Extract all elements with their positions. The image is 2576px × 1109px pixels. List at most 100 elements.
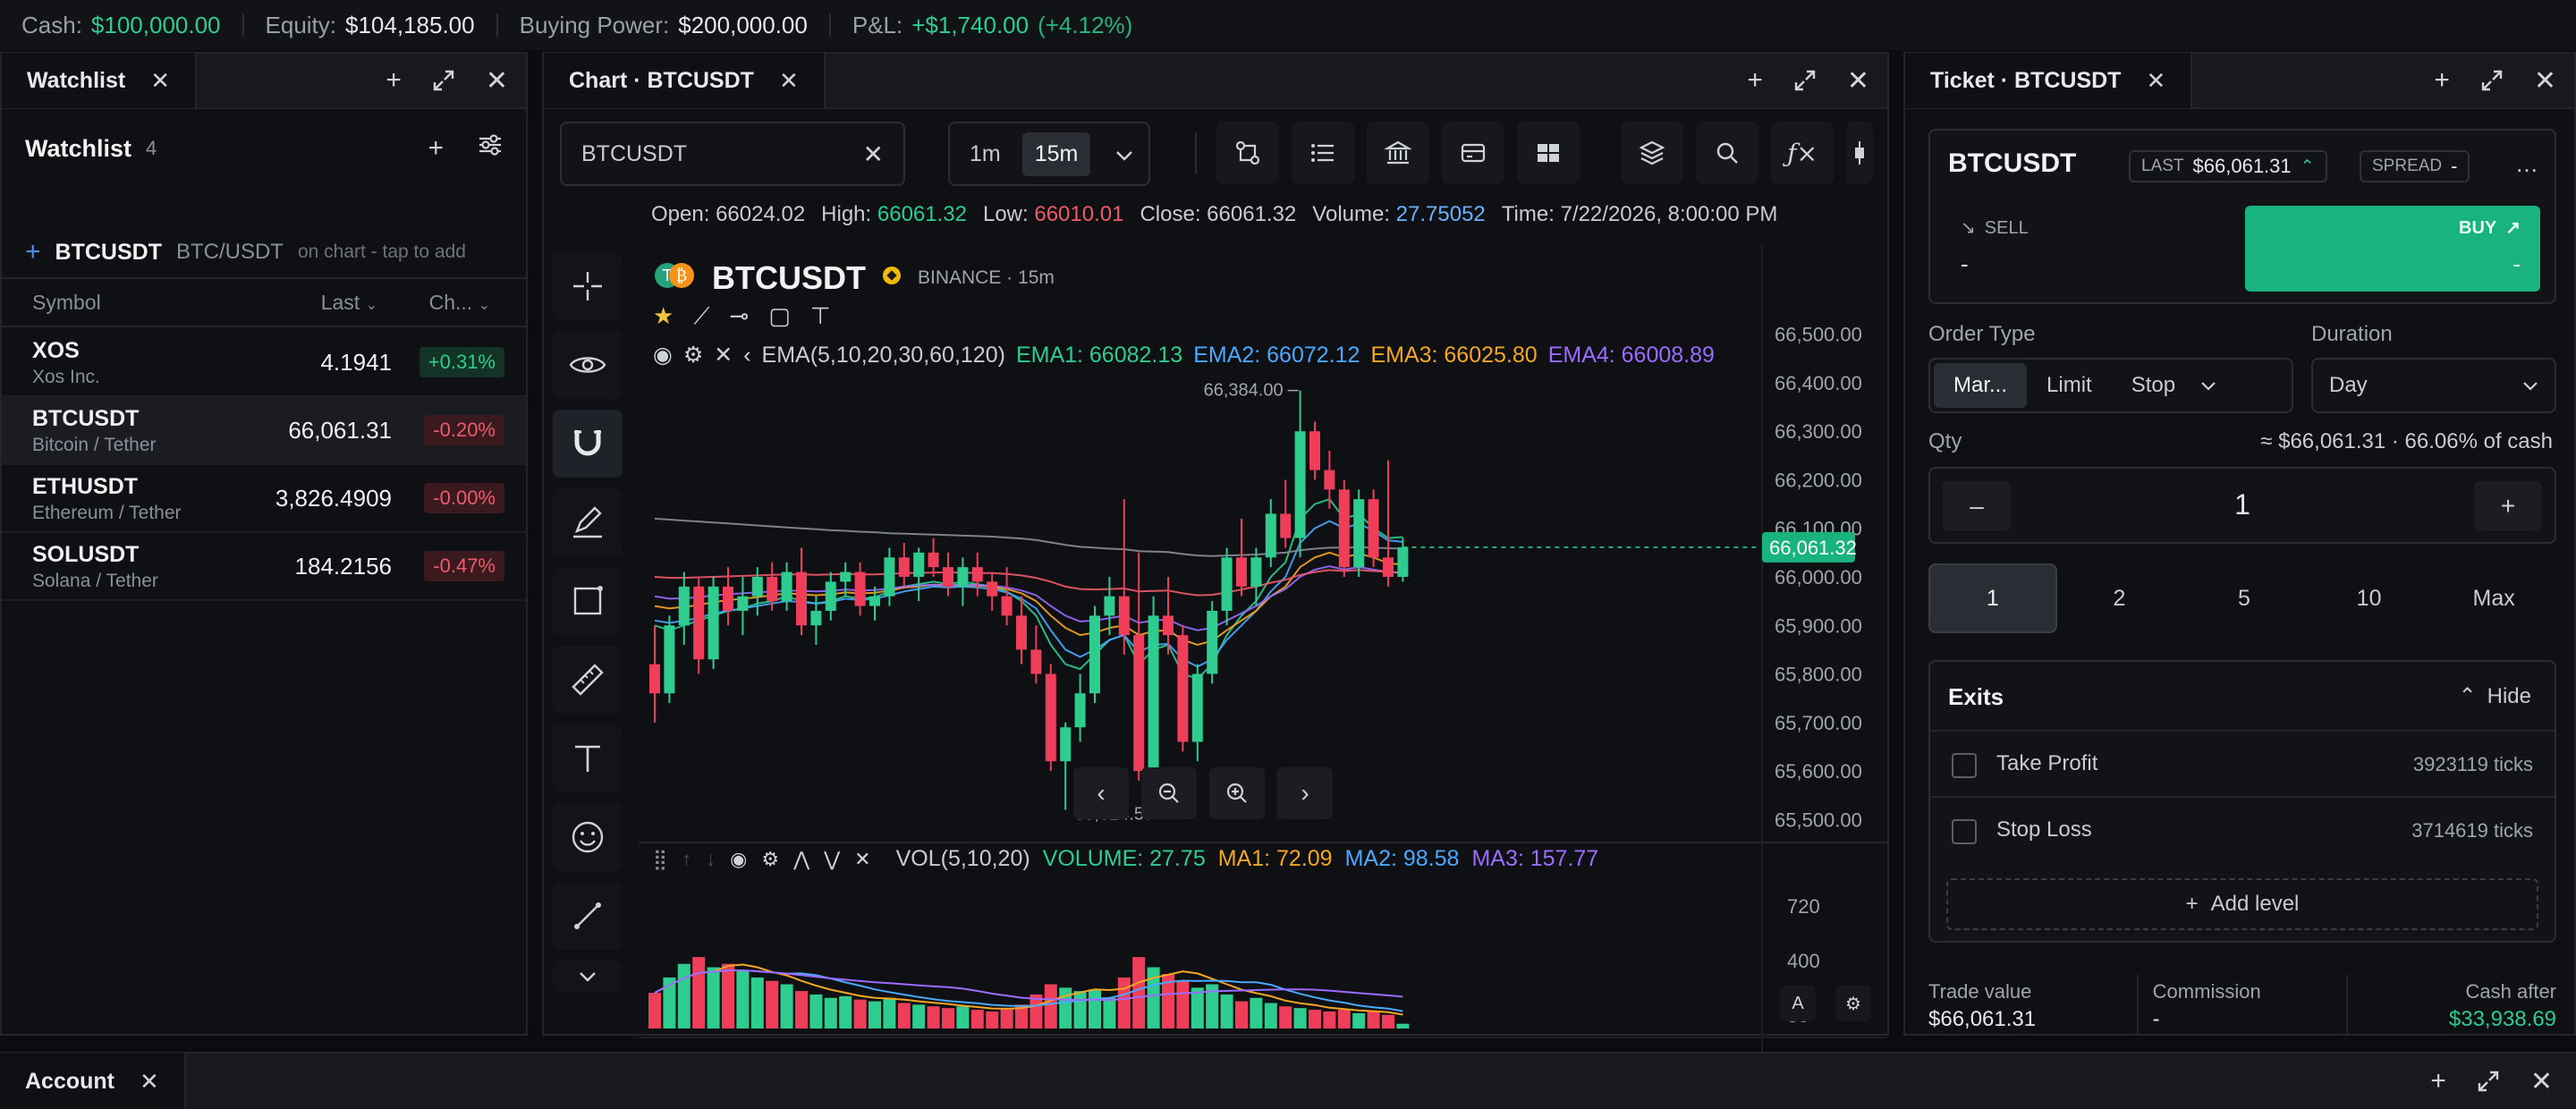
close-icon[interactable]: ✕ (1847, 65, 1869, 97)
fib-tool-icon[interactable]: ⊤ (810, 302, 831, 331)
expand-icon[interactable] (2477, 1070, 2500, 1093)
add-icon[interactable]: + (1747, 65, 1763, 96)
column-change[interactable]: Ch... ⌄ (429, 291, 490, 315)
tab-watchlist[interactable]: Watchlist ✕ (2, 53, 197, 108)
clear-icon[interactable]: ✕ (863, 140, 884, 169)
crosshair-icon[interactable] (553, 252, 623, 320)
add-chart-symbol-row[interactable]: + BTCUSDT BTC/USDT on chart - tap to add (2, 227, 526, 277)
table-row[interactable]: XOS Xos Inc. 4.1941 +0.31% (2, 329, 526, 397)
scroll-right-icon[interactable]: › (1277, 767, 1333, 819)
layers-icon[interactable] (1621, 122, 1683, 184)
search-icon[interactable] (1696, 122, 1758, 184)
symbol-search-input[interactable]: BTCUSDT ✕ (560, 122, 905, 186)
close-icon[interactable]: ✕ (140, 1068, 159, 1096)
close-icon[interactable]: ✕ (2534, 65, 2556, 97)
rect-tool-icon[interactable]: ▢ (768, 302, 791, 331)
emoji-icon[interactable] (553, 803, 623, 871)
layout-grid-icon[interactable] (1517, 122, 1580, 184)
zoom-in-icon[interactable] (1209, 767, 1265, 819)
candle-icon[interactable] (1846, 122, 1873, 184)
move-down-icon[interactable]: ↓ (706, 848, 716, 871)
qty-preset-1[interactable]: 1 (1928, 563, 2057, 633)
ruler-icon[interactable] (553, 646, 623, 714)
tab-chart[interactable]: Chart · BTCUSDT ✕ (544, 53, 826, 108)
function-icon[interactable]: ƒ× (1771, 122, 1834, 184)
qty-increment-button[interactable]: + (2474, 481, 2542, 531)
expand-icon[interactable] (432, 69, 455, 92)
volume-bar (1396, 1023, 1410, 1029)
zoom-out-icon[interactable] (1141, 767, 1197, 819)
close-icon[interactable]: ✕ (779, 67, 799, 95)
table-row[interactable]: BTCUSDT Bitcoin / Tether 66,061.31 -0.20% (2, 397, 526, 465)
add-icon[interactable]: + (386, 65, 402, 96)
stop-loss-checkbox[interactable] (1952, 819, 1977, 844)
expand-icon[interactable] (1793, 69, 1817, 92)
magnet-icon[interactable] (553, 410, 623, 478)
add-icon[interactable]: + (2430, 1066, 2446, 1096)
drag-handle-icon[interactable]: ⣿ (653, 848, 667, 871)
eye-icon[interactable] (553, 331, 623, 399)
gear-icon[interactable]: ⚙ (1835, 986, 1871, 1021)
tab-account[interactable]: Account ✕ (0, 1053, 186, 1109)
settings-sliders-icon[interactable] (478, 133, 503, 164)
eye-icon[interactable]: ◉ (730, 848, 747, 871)
table-row[interactable]: ETHUSDT Ethereum / Tether 3,826.4909 -0.00% (2, 465, 526, 533)
star-icon[interactable]: ★ (653, 302, 674, 331)
expand-icon[interactable] (2480, 69, 2504, 92)
gear-icon[interactable]: ⚙ (761, 848, 779, 871)
card-icon[interactable] (1442, 122, 1504, 184)
buy-button[interactable]: BUY ↗ - (2245, 206, 2540, 292)
move-up-icon[interactable]: ↑ (682, 848, 691, 871)
qty-preset-2[interactable]: 2 (2057, 563, 2182, 633)
column-last[interactable]: Last ⌄ (321, 291, 377, 315)
interval-15m[interactable]: 15m (1021, 131, 1091, 176)
table-row[interactable]: SOLUSDT Solana / Tether 184.2156 -0.47% (2, 533, 526, 601)
add-level-button[interactable]: + Add level (1946, 878, 2538, 930)
eye-icon[interactable]: ◉ (653, 342, 673, 368)
list-icon[interactable] (1292, 122, 1354, 184)
bank-icon[interactable] (1367, 122, 1429, 184)
close-icon[interactable]: ✕ (854, 848, 870, 871)
duration-select[interactable]: Day (2311, 358, 2556, 413)
qty-input[interactable]: 1 (1930, 488, 2555, 521)
trendline-icon[interactable] (553, 882, 623, 950)
exits-hide-button[interactable]: ⌃ Hide (2459, 683, 2531, 709)
tab-ticket[interactable]: Ticket · BTCUSDT ✕ (1905, 53, 2193, 108)
close-icon[interactable]: ✕ (2530, 1066, 2553, 1097)
more-icon[interactable]: … (2515, 150, 2538, 178)
auto-scale-button[interactable]: A (1780, 986, 1816, 1021)
line-tool-icon[interactable]: ⟋ (693, 302, 709, 331)
column-symbol[interactable]: Symbol (32, 291, 101, 315)
take-profit-checkbox[interactable] (1952, 753, 1977, 778)
chevron-down-icon[interactable] (2200, 373, 2216, 398)
gear-icon[interactable]: ⚙ (683, 342, 703, 368)
order-type-limit[interactable]: Limit (2027, 363, 2112, 408)
qty-preset-max[interactable]: Max (2431, 563, 2556, 633)
sell-button[interactable]: ↘ SELL - (1948, 207, 2243, 290)
close-icon[interactable]: ✕ (714, 342, 733, 368)
chevron-down-icon[interactable]: ⋁ (824, 848, 840, 871)
order-type-stop[interactable]: Stop (2112, 363, 2195, 408)
add-icon[interactable]: + (2434, 65, 2450, 96)
interval-1m[interactable]: 1m (957, 132, 1013, 176)
qty-preset-10[interactable]: 10 (2307, 563, 2432, 633)
price-chart[interactable]: 66,500.0066,400.0066,300.0066,200.0066,1… (639, 245, 1887, 1077)
spread-pill[interactable]: SPREAD - (2360, 150, 2470, 182)
scroll-left-icon[interactable]: ‹ (1073, 767, 1129, 819)
add-symbol-icon[interactable]: + (428, 133, 444, 164)
hline-tool-icon[interactable]: ⊸ (730, 302, 750, 331)
text-icon[interactable] (553, 724, 623, 792)
pencil-icon[interactable] (553, 488, 623, 556)
close-icon[interactable]: ✕ (486, 65, 508, 97)
more-tools-icon[interactable] (553, 961, 623, 993)
close-icon[interactable]: ✕ (150, 67, 170, 95)
compare-icon[interactable] (1216, 122, 1279, 184)
qty-preset-5[interactable]: 5 (2182, 563, 2307, 633)
close-icon[interactable]: ✕ (2146, 67, 2165, 95)
last-price-pill[interactable]: LAST $66,061.31 ⌃ (2129, 150, 2327, 182)
order-type-market[interactable]: Mar... (1934, 363, 2028, 408)
chevron-left-icon[interactable]: ‹ (743, 343, 750, 368)
chevron-down-icon[interactable] (1115, 141, 1133, 167)
rectangle-icon[interactable] (553, 567, 623, 635)
collapse-icon[interactable]: ⋀ (793, 848, 809, 871)
